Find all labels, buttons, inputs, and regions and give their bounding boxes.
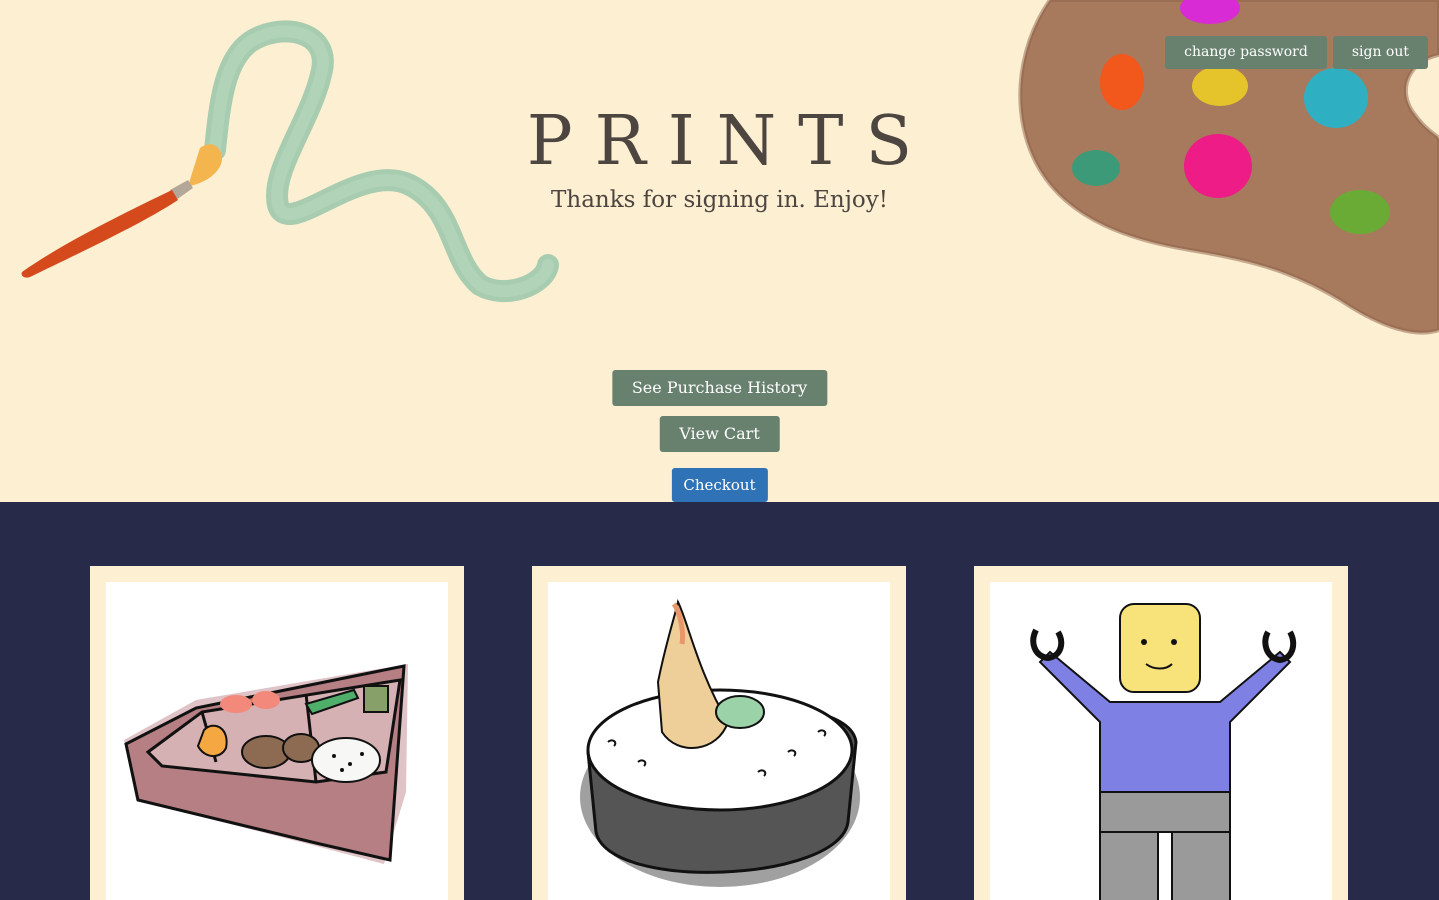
print-image-frame	[548, 582, 890, 900]
print-image-frame	[990, 582, 1332, 900]
print-card[interactable]	[974, 566, 1348, 900]
change-password-button[interactable]: change password	[1165, 36, 1327, 69]
account-controls: change password sign out	[1165, 36, 1428, 69]
page: change password sign out PRINTS Thanks f…	[0, 0, 1439, 900]
bento-box-illustration	[124, 664, 408, 864]
purchase-history-button[interactable]: See Purchase History	[611, 370, 828, 406]
welcome-message: Thanks for signing in. Enjoy!	[551, 187, 888, 213]
hero-section: change password sign out PRINTS Thanks f…	[0, 0, 1439, 502]
lego-figure-illustration	[1030, 603, 1297, 900]
print-image-frame	[106, 582, 448, 900]
shrimp-sushi-illustration	[580, 598, 860, 887]
print-card[interactable]	[90, 566, 464, 900]
view-cart-button[interactable]: View Cart	[659, 416, 780, 452]
print-gallery	[0, 502, 1439, 900]
print-card[interactable]	[532, 566, 906, 900]
checkout-button[interactable]: Checkout	[671, 468, 768, 502]
sign-out-button[interactable]: sign out	[1332, 36, 1428, 69]
page-title: PRINTS	[526, 102, 935, 181]
